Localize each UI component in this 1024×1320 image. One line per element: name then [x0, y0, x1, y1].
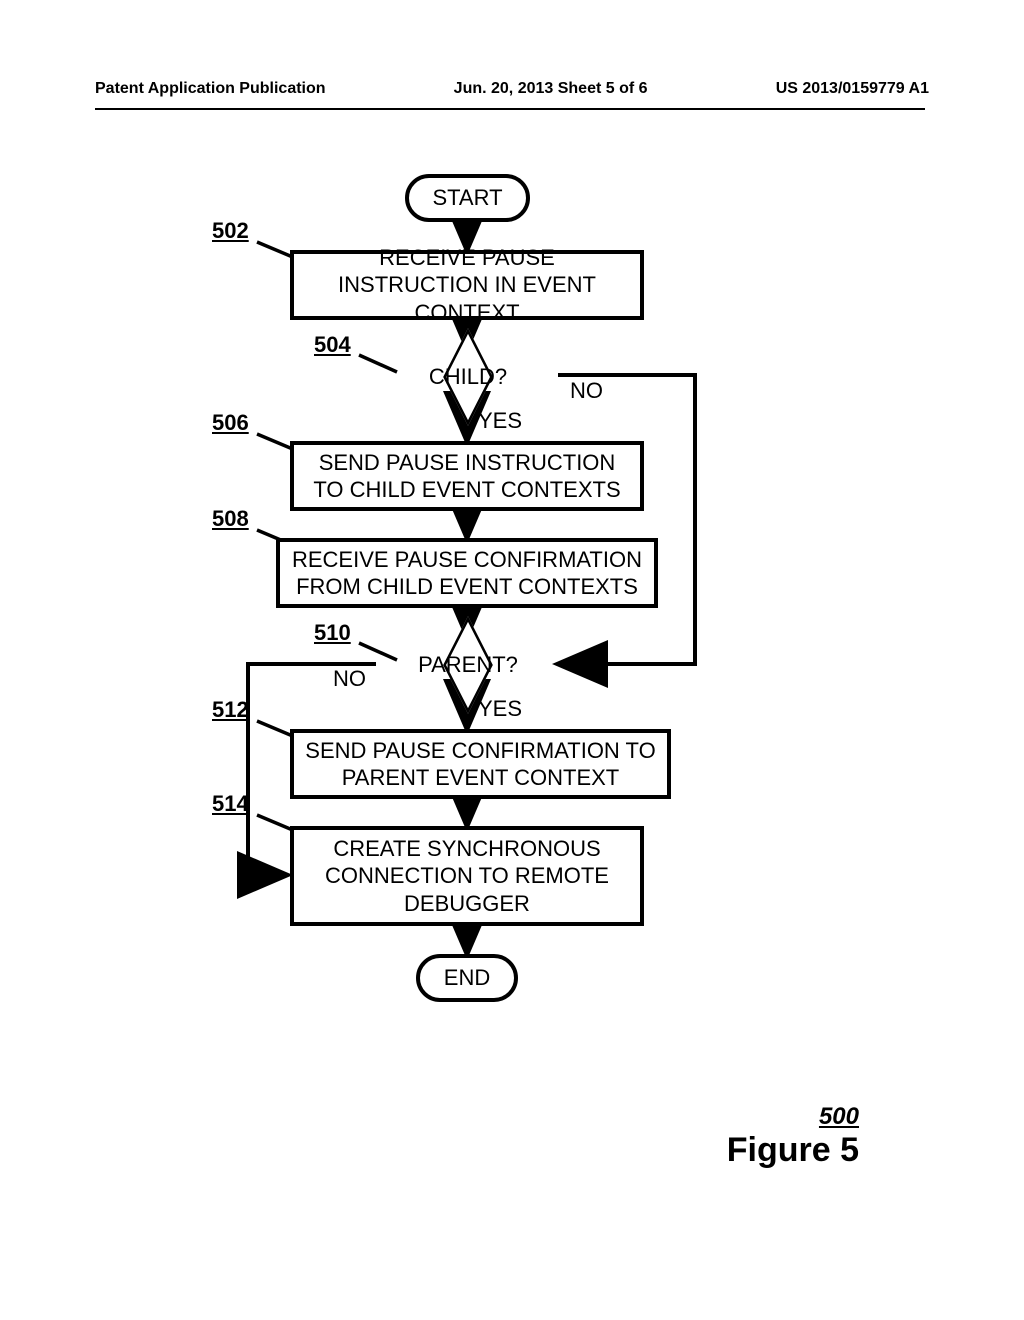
label-504-yes: YES: [478, 408, 522, 434]
process-512: SEND PAUSE CONFIRMATION TO PARENT EVENT …: [290, 729, 671, 799]
decision-504-label: CHILD?: [378, 364, 558, 390]
flowchart-canvas: START 502 RECEIVE PAUSE INSTRUCTION IN E…: [0, 160, 1024, 1160]
process-512-label: SEND PAUSE CONFIRMATION TO PARENT EVENT …: [302, 737, 659, 792]
figure-title: Figure 5: [727, 1131, 859, 1170]
ref-504: 504: [314, 332, 351, 358]
terminal-end: END: [416, 954, 518, 1002]
label-510-yes: YES: [478, 696, 522, 722]
ref-502: 502: [212, 218, 249, 244]
process-506-label: SEND PAUSE INSTRUCTION TO CHILD EVENT CO…: [302, 449, 632, 504]
decision-504: CHILD?: [378, 348, 558, 406]
ref-506: 506: [212, 410, 249, 436]
ref-510: 510: [314, 620, 351, 646]
terminal-start-label: START: [432, 185, 502, 211]
terminal-end-label: END: [444, 965, 490, 991]
process-514-label: CREATE SYNCHRONOUS CONNECTION TO REMOTE …: [302, 835, 632, 918]
process-502-label: RECEIVE PAUSE INSTRUCTION IN EVENT CONTE…: [302, 244, 632, 327]
header-divider: [95, 108, 925, 110]
page-header: Patent Application Publication Jun. 20, …: [0, 80, 1024, 98]
header-right: US 2013/0159779 A1: [776, 80, 929, 98]
process-502: RECEIVE PAUSE INSTRUCTION IN EVENT CONTE…: [290, 250, 644, 320]
terminal-start: START: [405, 174, 530, 222]
label-504-no: NO: [570, 378, 603, 404]
figure-caption: 500 Figure 5: [727, 1103, 859, 1170]
ref-514: 514: [212, 791, 249, 817]
decision-510: PARENT?: [378, 636, 558, 694]
process-508-label: RECEIVE PAUSE CONFIRMATION FROM CHILD EV…: [288, 546, 646, 601]
figure-ref: 500: [727, 1103, 859, 1131]
decision-510-label: PARENT?: [378, 652, 558, 678]
label-510-no: NO: [333, 666, 366, 692]
ref-508: 508: [212, 506, 249, 532]
process-514: CREATE SYNCHRONOUS CONNECTION TO REMOTE …: [290, 826, 644, 926]
header-center: Jun. 20, 2013 Sheet 5 of 6: [454, 80, 648, 98]
process-508: RECEIVE PAUSE CONFIRMATION FROM CHILD EV…: [276, 538, 658, 608]
ref-512: 512: [212, 697, 249, 723]
process-506: SEND PAUSE INSTRUCTION TO CHILD EVENT CO…: [290, 441, 644, 511]
header-left: Patent Application Publication: [95, 80, 326, 98]
